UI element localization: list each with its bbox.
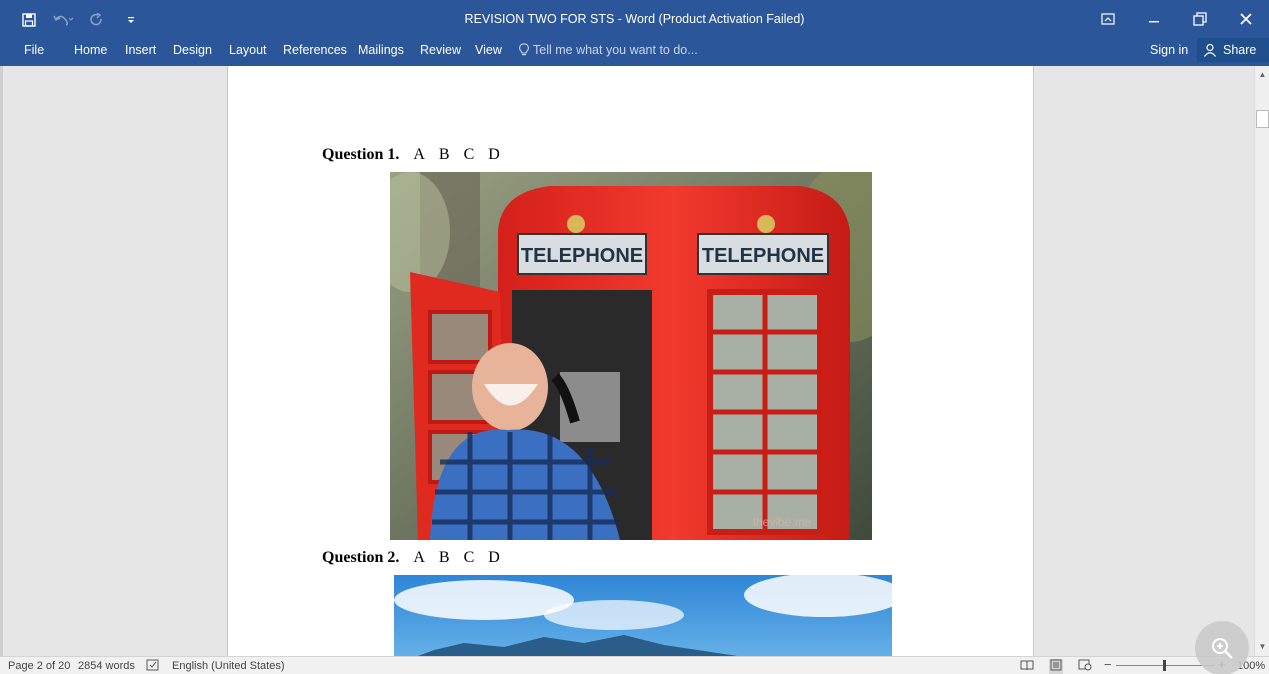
proofing-icon[interactable]	[146, 659, 160, 674]
magnifier-icon[interactable]	[1195, 621, 1249, 674]
tell-me-box[interactable]: Tell me what you want to do...	[519, 43, 698, 57]
question-2: Question 2. A B C D	[322, 549, 510, 567]
ribbon-display-options-icon[interactable]	[1085, 2, 1131, 36]
scroll-up-icon[interactable]: ▲	[1257, 69, 1268, 80]
option-a: A	[413, 146, 425, 163]
window-controls	[1085, 2, 1269, 36]
language[interactable]: English (United States)	[172, 660, 285, 672]
title-bar: REVISION TWO FOR STS - Word (Product Act…	[0, 0, 1269, 38]
person-icon	[1204, 43, 1216, 57]
tab-view[interactable]: View	[475, 43, 502, 57]
sign-in-link[interactable]: Sign in	[1150, 43, 1188, 57]
option-d: D	[488, 146, 500, 163]
share-button[interactable]: Share	[1197, 38, 1269, 62]
tab-design[interactable]: Design	[173, 43, 212, 57]
option-c: C	[463, 146, 475, 163]
word-count[interactable]: 2854 words	[78, 660, 135, 672]
zoom-slider-thumb[interactable]	[1163, 660, 1166, 671]
booth-sign-right: TELEPHONE	[702, 245, 824, 267]
vertical-scrollbar[interactable]: ▲ ▼	[1254, 66, 1269, 656]
zoom-out-icon[interactable]: −	[1104, 657, 1112, 672]
tab-layout[interactable]: Layout	[229, 43, 267, 57]
option-c: C	[463, 549, 475, 566]
sky-mountain-photo[interactable]	[394, 575, 892, 656]
document-area[interactable]: Question 1. A B C D TELEPHONE TELEPHONE …	[0, 66, 1254, 656]
tab-insert[interactable]: Insert	[125, 43, 156, 57]
close-icon[interactable]	[1223, 2, 1269, 36]
page-count[interactable]: Page 2 of 20	[8, 660, 70, 672]
tab-review[interactable]: Review	[420, 43, 461, 57]
status-bar: Page 2 of 20 2854 words English (United …	[0, 656, 1269, 674]
tab-references[interactable]: References	[283, 43, 347, 57]
document-page[interactable]: Question 1. A B C D TELEPHONE TELEPHONE …	[227, 66, 1034, 656]
option-b: B	[438, 549, 450, 566]
scroll-down-icon[interactable]: ▼	[1257, 641, 1268, 652]
lightbulb-icon	[519, 43, 529, 56]
telephone-booth-photo[interactable]: TELEPHONE TELEPHONE thevibe.me	[390, 172, 872, 540]
tab-mailings[interactable]: Mailings	[358, 43, 404, 57]
read-mode-icon[interactable]	[1020, 659, 1034, 674]
print-layout-icon[interactable]	[1049, 659, 1063, 674]
restore-icon[interactable]	[1177, 2, 1223, 36]
ribbon-tabs: File Home Insert Design Layout Reference…	[0, 38, 1269, 66]
tell-me-placeholder: Tell me what you want to do...	[533, 43, 698, 57]
question-1-label: Question 1.	[322, 146, 400, 163]
share-label: Share	[1223, 43, 1257, 57]
question-2-label: Question 2.	[322, 549, 400, 566]
booth-sign-left: TELEPHONE	[521, 245, 643, 267]
tab-file[interactable]: File	[24, 43, 44, 57]
photo-watermark: thevibe.me	[753, 515, 812, 529]
window-title: REVISION TWO FOR STS - Word (Product Act…	[464, 12, 805, 26]
scroll-thumb[interactable]	[1256, 110, 1269, 128]
web-layout-icon[interactable]	[1078, 659, 1092, 674]
option-a: A	[413, 549, 425, 566]
option-d: D	[488, 549, 500, 566]
minimize-icon[interactable]	[1131, 2, 1177, 36]
tab-home[interactable]: Home	[74, 43, 107, 57]
option-b: B	[438, 146, 450, 163]
question-1: Question 1. A B C D	[322, 146, 510, 164]
